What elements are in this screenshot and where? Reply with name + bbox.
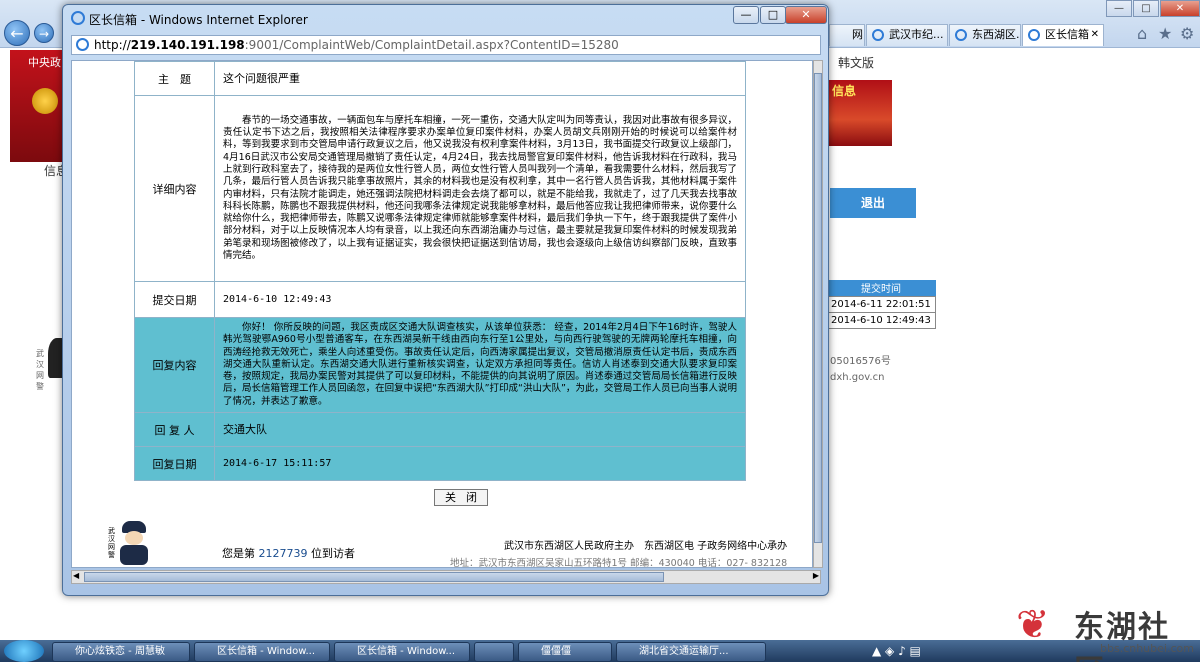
date-row: 提交日期 2014-6-10 12:49:43	[134, 281, 746, 318]
home-icon[interactable]: ⌂	[1137, 24, 1147, 43]
url-path: :9001/ComplaintWeb/ComplaintDetail.aspx?…	[244, 38, 619, 52]
table-row[interactable]: 2014-6-11 22:01:51	[826, 295, 936, 313]
site-watermark: ❦ 东湖社区 bbs.cnhubei.com	[1016, 600, 1200, 662]
scroll-thumb[interactable]	[84, 572, 664, 582]
bg-close-button[interactable]: ✕	[1160, 0, 1200, 17]
content-value: 春节的一场交通事故，一辆面包车与摩托车相撞，一死一重伤，交通大队定叫为同等责认，…	[214, 95, 746, 282]
subject-row: 主 题 这个问题很严重	[134, 61, 746, 96]
bg-minimize-button[interactable]: —	[1106, 0, 1132, 17]
complaint-detail-table: 主 题 这个问题很严重 详细内容 春节的一场交通事故，一辆面包车与摩托车相撞，一…	[134, 61, 746, 482]
window-title: 区长信箱 - Windows Internet Explorer	[89, 13, 308, 27]
reply-date-value: 2014-6-17 15:11:57	[214, 446, 746, 482]
date-label: 提交日期	[134, 281, 215, 318]
vertical-scrollbar[interactable]	[813, 60, 823, 568]
forward-icon[interactable]: →	[34, 23, 54, 43]
page-content: 主 题 这个问题很严重 详细内容 春节的一场交通事故，一辆面包车与摩托车相撞，一…	[71, 60, 813, 568]
logout-button[interactable]: 退出	[830, 188, 916, 218]
horizontal-scrollbar[interactable]: ◀ ▶	[71, 570, 821, 584]
taskbar-item[interactable]: 你心炫铁恋 - 周慧敏	[52, 642, 190, 662]
reply-row: 回复内容 你好！ 你所反映的问题，我区责成区交通大队调查核实，从该单位获悉： 经…	[134, 316, 746, 414]
ie-logo-icon	[71, 11, 85, 25]
taskbar-item[interactable]: 区长信箱 - Window...	[334, 642, 470, 662]
address-text: 地址：武汉市东西湖区吴家山五环路特1号 邮编：430040 电话：027- 83…	[450, 558, 788, 568]
scroll-right-icon[interactable]: ▶	[813, 571, 819, 580]
bg-tab-4-active[interactable]: 区长信箱 ✕	[1022, 24, 1104, 46]
table-row[interactable]: 2014-6-10 12:49:43	[826, 311, 936, 329]
left-banner[interactable]: 中央政	[10, 50, 66, 162]
bg-tab-label: 东西湖区...	[972, 28, 1020, 41]
right-banner-text: 信息	[832, 84, 857, 98]
emblem-icon	[32, 88, 58, 114]
watermark-logo-icon: ❦	[1016, 602, 1050, 648]
visitor-suffix: 位到访者	[311, 547, 355, 560]
content-label: 详细内容	[134, 95, 215, 282]
reply-label: 回复内容	[134, 316, 215, 414]
back-icon[interactable]: ←	[4, 20, 30, 46]
url-host: 219.140.191.198	[130, 38, 245, 52]
domain-text: dxh.gov.cn	[830, 372, 885, 383]
tab-close-icon[interactable]: ✕	[1091, 25, 1099, 45]
ie-page-icon	[955, 29, 967, 41]
ie-page-icon	[76, 38, 89, 51]
bg-tab-label: 区长信箱	[1045, 28, 1089, 41]
scroll-thumb[interactable]	[814, 73, 822, 543]
date-value: 2014-6-10 12:49:43	[214, 281, 746, 318]
police-text: 武汉网警	[108, 527, 115, 559]
visitor-prefix: 您是第	[222, 547, 255, 560]
ie-page-icon	[1028, 29, 1040, 41]
start-button[interactable]	[4, 640, 44, 662]
bg-tab-label: 网	[852, 28, 863, 41]
taskbar-item[interactable]: 僵僵僵	[518, 642, 612, 662]
replier-label: 回 复 人	[134, 412, 215, 448]
bg-tab-label: 武汉市纪...	[889, 28, 944, 41]
subject-label: 主 题	[134, 61, 215, 96]
close-button[interactable]: 关闭	[434, 489, 488, 506]
visitor-counter: 您是第 2127739 位到访者	[222, 545, 355, 561]
taskbar-item[interactable]: 湖北省交通运输厅...	[616, 642, 766, 662]
subject-value: 这个问题很严重	[214, 61, 746, 96]
sponsor-text: 武汉市东西湖区人民政府主办 东西湖区电 子政务网络中心承办	[504, 541, 788, 552]
right-caption[interactable]: 韩文版	[838, 54, 874, 71]
right-banner[interactable]: 信息	[828, 80, 892, 146]
maximize-button[interactable]: □	[760, 6, 786, 24]
bg-tab-1[interactable]: 网	[829, 24, 865, 46]
replier-row: 回 复 人 交通大队	[134, 412, 746, 448]
gear-icon[interactable]: ⚙	[1180, 24, 1194, 43]
content-row: 详细内容 春节的一场交通事故，一辆面包车与摩托车相撞，一死一重伤，交通大队定叫为…	[134, 95, 746, 282]
bg-maximize-button[interactable]: □	[1133, 0, 1159, 17]
visitor-count: 2127739	[258, 547, 308, 560]
minimize-button[interactable]: —	[733, 6, 759, 24]
bg-tab-3[interactable]: 东西湖区...	[949, 24, 1021, 46]
reply-date-label: 回复日期	[134, 446, 215, 482]
taskbar-item[interactable]: 区长信箱 - Window...	[194, 642, 330, 662]
reply-date-row: 回复日期 2014-6-17 15:11:57	[134, 446, 746, 482]
ie-page-icon	[872, 29, 884, 41]
popup-window: 区长信箱 - Windows Internet Explorer — □ ✕ h…	[62, 4, 829, 596]
submission-time-table: 提交时间 2014-6-11 22:01:51 2014-6-10 12:49:…	[826, 280, 936, 329]
watermark-url: bbs.cnhubei.com	[1100, 642, 1194, 655]
icp-text: 05016576号	[830, 356, 891, 367]
police-mascot-icon: 武汉网警	[108, 521, 152, 567]
reply-value: 你好！ 你所反映的问题，我区责成区交通大队调查核实，从该单位获悉： 经查，201…	[214, 316, 746, 414]
url-prefix: http://	[94, 38, 131, 52]
taskbar-item[interactable]	[474, 642, 514, 662]
favorites-star-icon[interactable]: ★	[1158, 24, 1172, 43]
address-bar[interactable]: http://219.140.191.198:9001/ComplaintWeb…	[71, 35, 821, 55]
tray-icons[interactable]: ▲ ◈ ♪ ▤	[872, 644, 921, 658]
bg-tab-2[interactable]: 武汉市纪...	[866, 24, 948, 46]
left-banner-text: 中央政	[28, 56, 61, 69]
scroll-left-icon[interactable]: ◀	[73, 571, 79, 580]
replier-value: 交通大队	[214, 412, 746, 448]
close-window-button[interactable]: ✕	[785, 6, 827, 24]
table-header: 提交时间	[826, 280, 936, 296]
